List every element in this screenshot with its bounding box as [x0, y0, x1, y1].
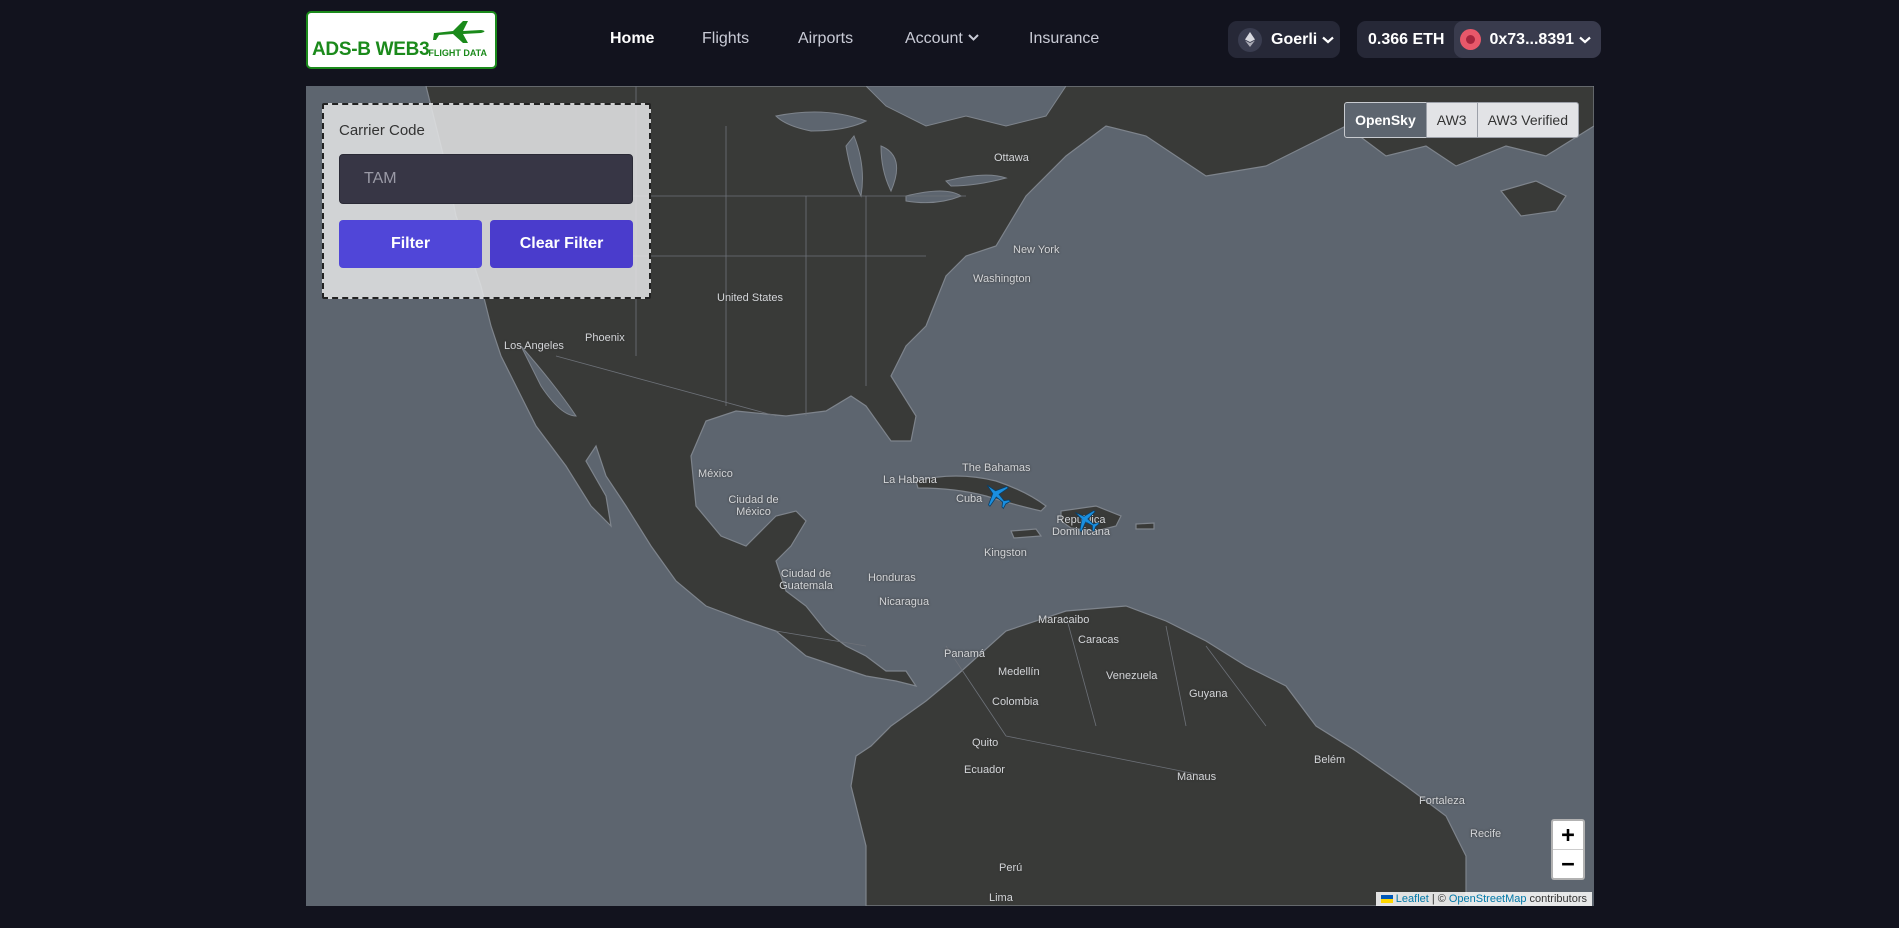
wallet-address: 0x73...8391 [1489, 30, 1575, 48]
map-label-cuba: Cuba [956, 493, 983, 505]
logo-subtitle: FLIGHT DATA [428, 48, 487, 58]
map-label-peru: Perú [999, 862, 1023, 874]
map-label-washington: Washington [973, 273, 1031, 285]
map-label-medellin: Medellín [998, 666, 1040, 678]
ukraine-flag-icon [1380, 895, 1393, 903]
account-button[interactable]: 0x73...8391 [1454, 21, 1602, 58]
map-label-panama: Panamá [944, 648, 985, 660]
layer-aw3[interactable]: AW3 [1425, 102, 1478, 138]
map-label-ecuador: Ecuador [964, 764, 1005, 776]
leaflet-link[interactable]: Leaflet [1396, 893, 1429, 905]
logo-title: ADS-B WEB3 [312, 39, 430, 60]
wallet-balance: 0.366 ETH [1368, 30, 1445, 48]
nav-insurance[interactable]: Insurance [1029, 30, 1099, 48]
puerto-rico-island [1135, 522, 1155, 530]
openstreetmap-link[interactable]: OpenStreetMap [1449, 893, 1527, 905]
logo[interactable]: ADS-B WEB3 FLIGHT DATA [306, 11, 497, 69]
map-label-venezuela: Venezuela [1106, 670, 1158, 682]
network-selector[interactable]: Goerli [1228, 21, 1340, 58]
ethereum-icon [1238, 27, 1262, 52]
map-label-phoenix: Phoenix [585, 332, 625, 344]
zoom-out-button[interactable]: − [1553, 849, 1583, 878]
map-label-maracaibo: Maracaibo [1038, 614, 1090, 626]
jamaica-island [1010, 528, 1043, 539]
map-label-la-habana: La Habana [883, 474, 937, 486]
map-label-guyana: Guyana [1189, 688, 1228, 700]
map-label-lima: Lima [989, 892, 1013, 904]
map-label-ottawa: Ottawa [994, 152, 1029, 164]
map-label-fortaleza: Fortaleza [1419, 795, 1465, 807]
map-label-ciudad-de-mexico: Ciudad de México [728, 494, 779, 518]
map-label-nicaragua: Nicaragua [879, 596, 930, 608]
map-label-manaus: Manaus [1177, 771, 1217, 783]
map-label-belem: Belém [1314, 754, 1346, 766]
newfoundland-island [1499, 180, 1567, 217]
plane-logo-icon [433, 21, 485, 43]
map-label-ciudad-de-guatemala: Ciudad de Guatemala [779, 568, 833, 592]
carrier-code-label: Carrier Code [339, 122, 425, 139]
nav-account[interactable]: Account [905, 30, 979, 48]
map-attribution: Leaflet | © OpenStreetMap contributors [1375, 892, 1592, 906]
filter-button[interactable]: Filter [339, 220, 482, 268]
nav-airports[interactable]: Airports [798, 30, 853, 48]
map-label-caracas: Caracas [1078, 634, 1119, 646]
data-source-toggle: OpenSky AW3 AW3 Verified [1344, 102, 1579, 138]
chevron-down-icon [968, 34, 979, 41]
network-name: Goerli [1271, 30, 1318, 48]
layer-aw3-verified[interactable]: AW3 Verified [1476, 102, 1579, 138]
zoom-control: + − [1551, 819, 1585, 880]
map-label-mexico: México [698, 468, 733, 480]
avatar [1460, 29, 1482, 50]
zoom-in-button[interactable]: + [1553, 821, 1583, 849]
attribution-separator: | © [1431, 893, 1446, 905]
map-label-colombia: Colombia [992, 696, 1039, 708]
flight-map[interactable]: Ottawa New York Washington United States… [306, 86, 1594, 906]
map-label-united-states: United States [717, 292, 784, 304]
chevron-down-icon [1579, 36, 1591, 43]
chevron-down-icon [1322, 36, 1334, 43]
nav-account-label: Account [905, 30, 963, 47]
map-label-quito: Quito [972, 737, 999, 749]
carrier-filter-panel: Carrier Code Filter Clear Filter [322, 103, 651, 299]
map-label-los-angeles: Los Angeles [504, 340, 564, 352]
carrier-code-input[interactable] [339, 154, 633, 204]
clear-filter-button[interactable]: Clear Filter [490, 220, 633, 268]
nav-home[interactable]: Home [610, 30, 654, 48]
nav-flights[interactable]: Flights [702, 30, 749, 48]
map-label-kingston: Kingston [984, 547, 1027, 559]
map-label-honduras: Honduras [868, 572, 916, 584]
aircraft-marker[interactable] [1072, 506, 1100, 534]
map-label-bahamas: The Bahamas [962, 462, 1031, 474]
aircraft-marker[interactable] [982, 480, 1012, 510]
wallet-account[interactable]: 0.366 ETH 0x73...8391 [1357, 21, 1602, 58]
map-label-recife: Recife [1470, 828, 1502, 840]
attribution-suffix: contributors [1529, 893, 1587, 905]
map-label-new-york: New York [1013, 244, 1060, 256]
layer-opensky[interactable]: OpenSky [1344, 102, 1427, 138]
